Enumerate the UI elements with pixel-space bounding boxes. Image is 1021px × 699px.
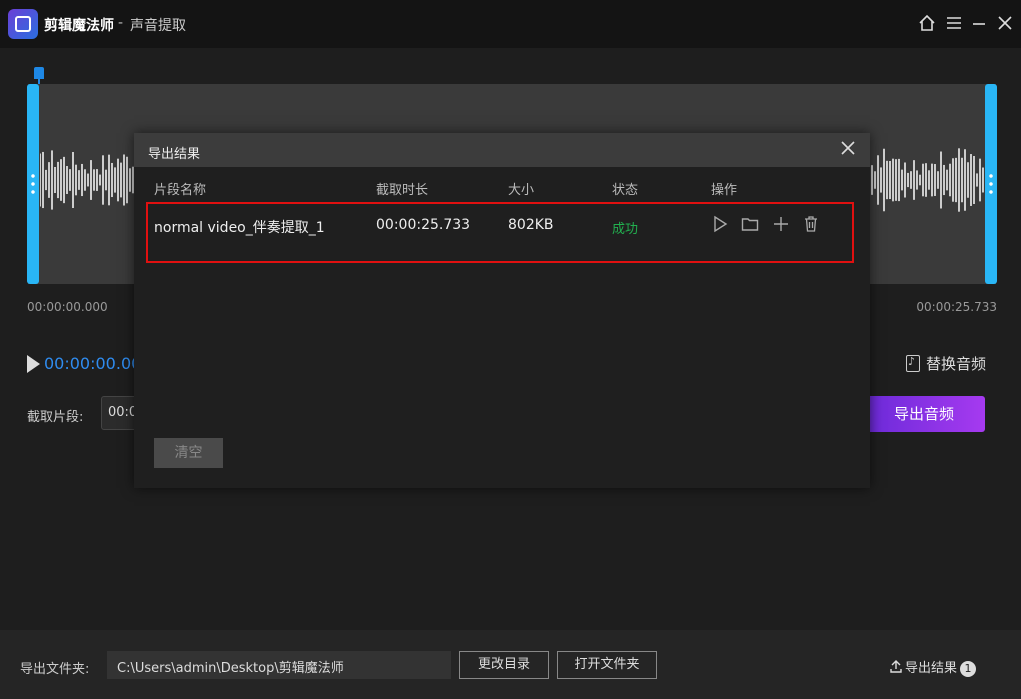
right-trim-handle[interactable]	[985, 84, 997, 284]
change-directory-button[interactable]: 更改目录	[459, 651, 549, 679]
export-folder-path[interactable]: C:\Users\admin\Desktop\剪辑魔法师	[107, 651, 451, 679]
clip-label: 截取片段:	[27, 410, 84, 425]
music-file-icon	[906, 355, 920, 372]
title-separator: -	[118, 15, 124, 31]
export-audio-button[interactable]: 导出音频	[863, 396, 985, 432]
app-logo	[8, 9, 38, 39]
minimize-icon[interactable]	[969, 14, 989, 34]
clear-button[interactable]: 清空	[154, 438, 223, 468]
app-window: 剪辑魔法师 - 声音提取 00:00:00.000 00:00:25.733 0…	[0, 0, 1021, 699]
menu-icon[interactable]	[944, 14, 964, 34]
column-header-name: 片段名称	[154, 183, 207, 198]
folder-icon[interactable]	[741, 215, 759, 233]
column-header-actions: 操作	[711, 183, 738, 198]
delete-icon[interactable]	[802, 215, 820, 233]
play-button[interactable]	[27, 355, 40, 373]
play-icon[interactable]	[712, 215, 730, 233]
row-size: 802KB	[508, 217, 554, 233]
upload-icon	[890, 660, 902, 673]
replace-audio-label: 替换音频	[926, 355, 987, 373]
row-status: 成功	[612, 222, 639, 237]
app-subtitle: 声音提取	[130, 18, 186, 34]
app-title: 剪辑魔法师	[44, 18, 114, 34]
replace-audio-button[interactable]: 替换音频	[906, 353, 986, 374]
bottom-bar: 导出文件夹: C:\Users\admin\Desktop\剪辑魔法师 更改目录…	[0, 630, 1021, 699]
home-icon[interactable]	[917, 14, 937, 34]
left-trim-handle[interactable]	[27, 84, 39, 284]
title-bar: 剪辑魔法师 - 声音提取	[0, 0, 1021, 48]
row-name: normal video_伴奏提取_1	[154, 220, 325, 236]
row-duration: 00:00:25.733	[376, 217, 471, 233]
export-results-badge: 1	[960, 661, 977, 677]
timeline-end-time: 00:00:25.733	[916, 300, 997, 314]
open-folder-button[interactable]: 打开文件夹	[557, 651, 657, 679]
dialog-header: 导出结果	[134, 133, 870, 167]
export-folder-label: 导出文件夹:	[20, 662, 90, 677]
column-header-status: 状态	[612, 183, 639, 198]
dialog-close-icon[interactable]	[840, 139, 856, 159]
export-results-dialog: 导出结果 片段名称 截取时长 大小 状态 操作 normal video_伴奏提…	[134, 133, 870, 488]
export-results-button[interactable]: 导出结果 1	[890, 657, 977, 677]
export-results-label: 导出结果	[905, 661, 958, 676]
close-icon[interactable]	[995, 14, 1015, 34]
column-header-duration: 截取时长	[376, 183, 429, 198]
add-icon[interactable]	[772, 215, 790, 233]
dialog-title: 导出结果	[148, 147, 201, 162]
column-header-size: 大小	[508, 183, 535, 198]
timeline-start-time: 00:00:00.000	[27, 300, 108, 314]
